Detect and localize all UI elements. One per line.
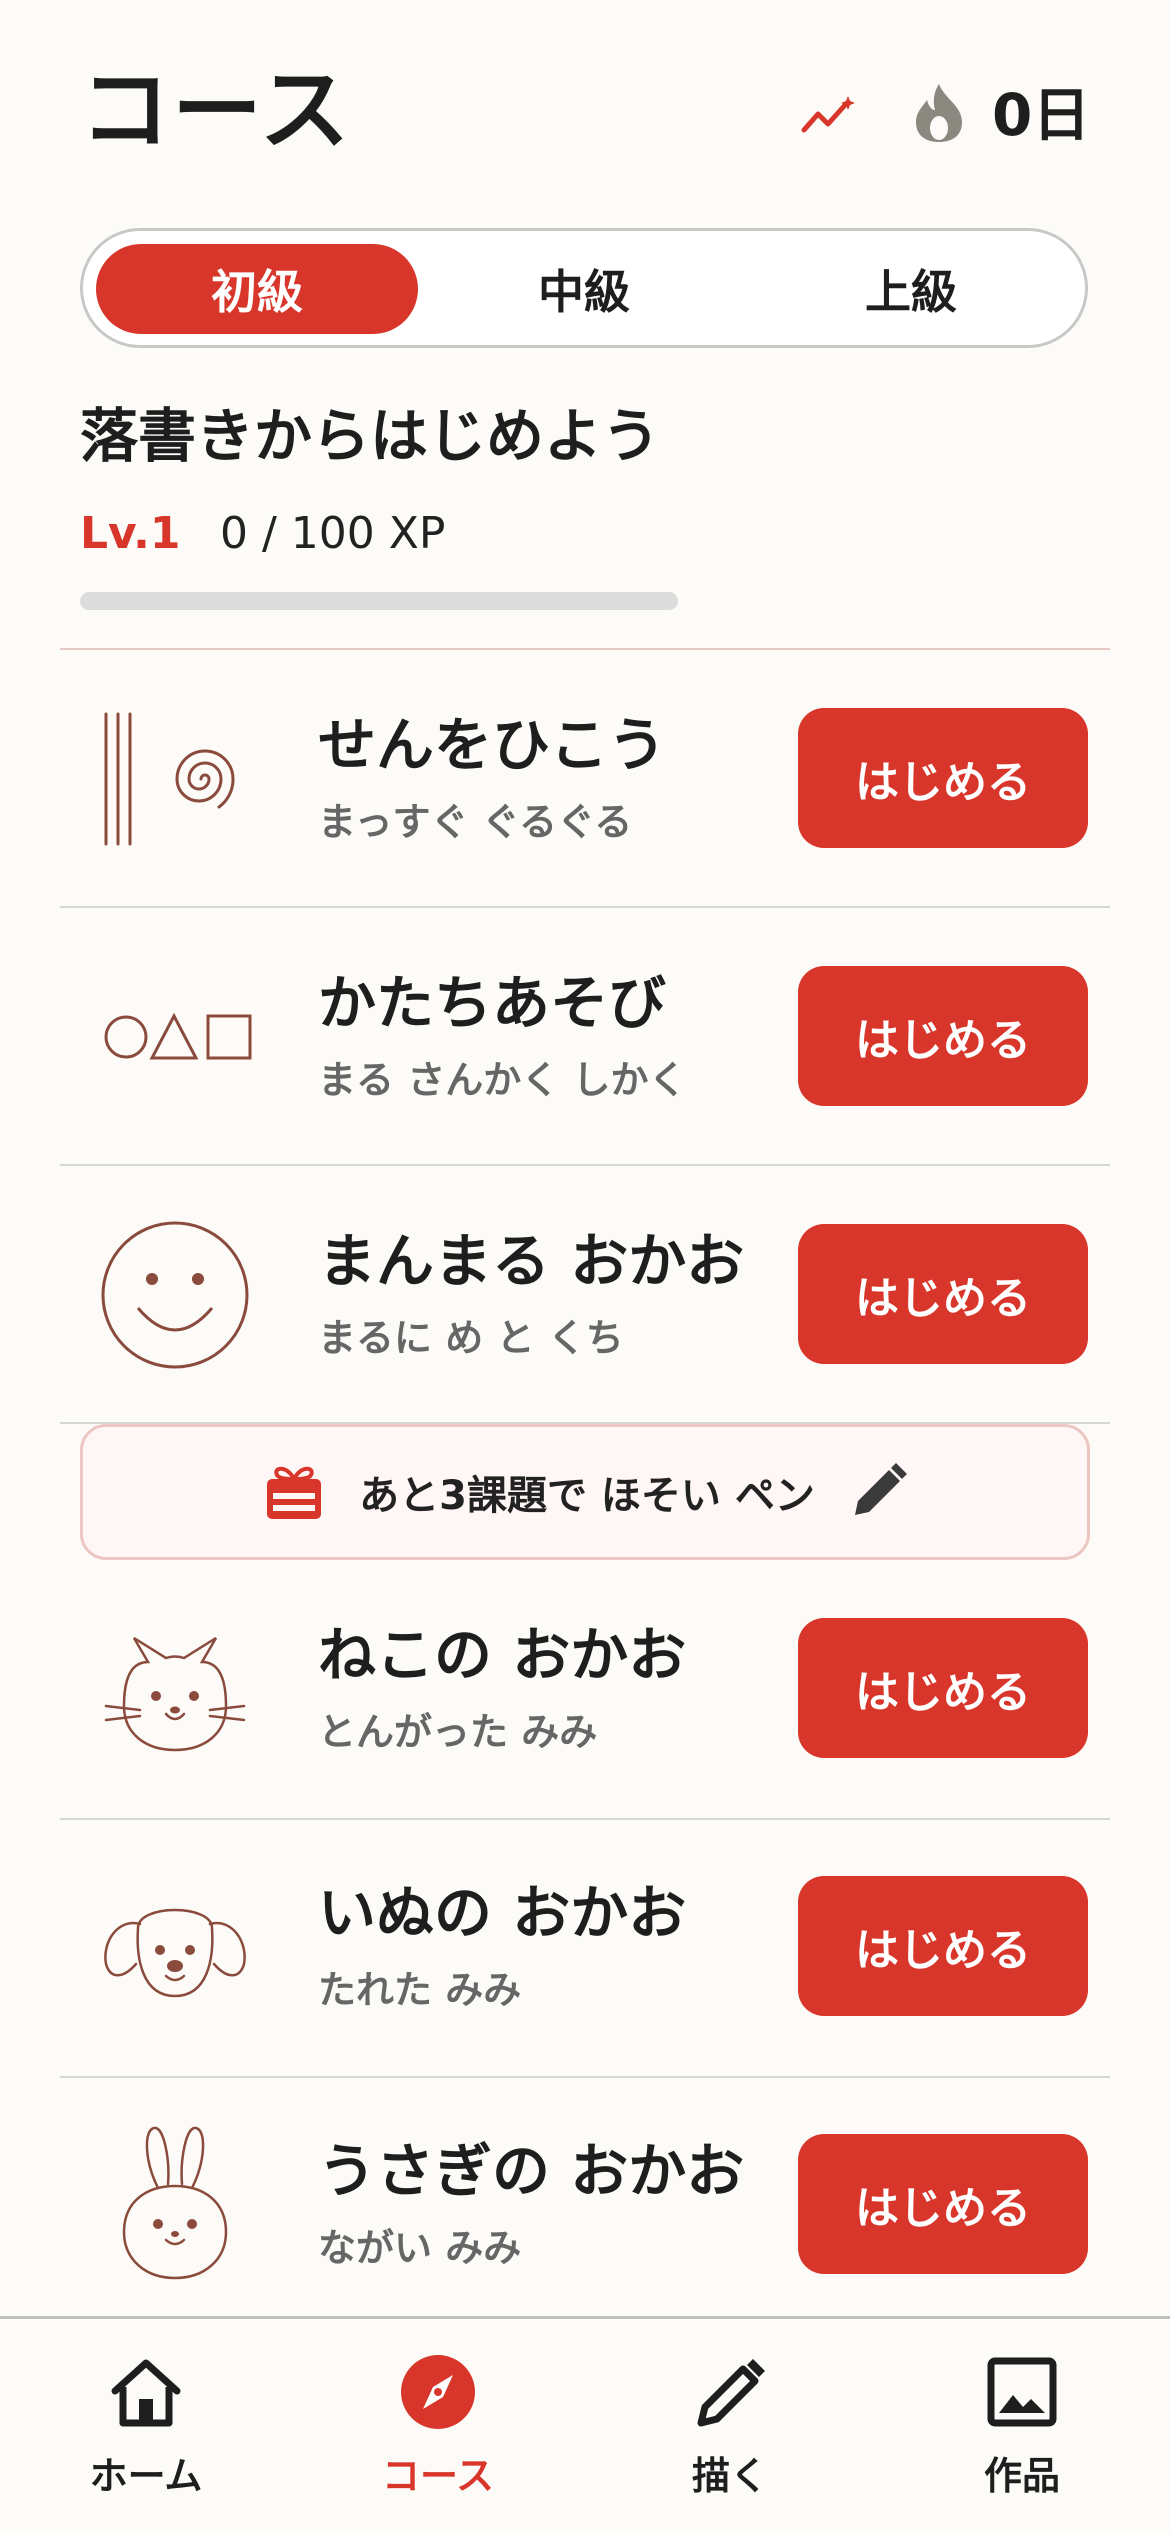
level-selector: 初級 中級 上級 — [80, 228, 1088, 348]
lesson-subtitle: まるに め と くち — [318, 1316, 624, 1360]
compass-icon — [401, 2355, 475, 2429]
image-icon — [987, 2357, 1057, 2427]
lesson-subtitle: ながい みみ — [318, 2226, 522, 2270]
tab-draw[interactable]: 描く — [620, 2353, 840, 2513]
lines-spiral-icon — [104, 712, 235, 846]
tab-label: 作品 — [983, 2454, 1060, 2498]
bottom-tab-bar: ホーム コース 描く 作品 — [0, 2316, 1170, 2532]
lesson-subtitle: まっすぐ ぐるぐる — [318, 800, 633, 844]
lesson-subtitle: とんがった みみ — [318, 1710, 598, 1754]
lesson-row: せんをひこう まっすぐ ぐるぐる はじめる — [60, 650, 1110, 908]
trend-icon[interactable] — [800, 92, 860, 138]
lesson-row: まんまる おかお まるに め と くち はじめる — [60, 1166, 1110, 1424]
reward-banner[interactable]: あと3課題で ほそい ペン — [80, 1424, 1090, 1560]
tab-label: コース — [381, 2454, 495, 2498]
lesson-row: うさぎの おかお ながい みみ はじめる — [60, 2076, 1110, 2334]
xp-text: 0 / 100 XP — [220, 508, 446, 559]
tab-beginner[interactable]: 初級 — [96, 244, 418, 334]
tab-course[interactable]: コース — [328, 2353, 548, 2513]
reward-text: あと3課題で ほそい ペン — [359, 1473, 815, 1519]
cat-face-icon — [104, 1636, 246, 1752]
level-label: Lv.1 — [80, 508, 181, 559]
lesson-title: かたちあそび — [318, 969, 667, 1037]
lesson-title: いぬの おかお — [318, 1879, 687, 1947]
shapes-icon — [104, 1012, 252, 1060]
lesson-title: まんまる おかお — [318, 1227, 745, 1295]
start-button[interactable]: はじめる — [798, 2134, 1088, 2274]
dog-face-icon — [104, 1908, 246, 1998]
start-button[interactable]: はじめる — [798, 708, 1088, 848]
start-button[interactable]: はじめる — [798, 1876, 1088, 2016]
tab-advanced[interactable]: 上級 — [750, 244, 1072, 334]
tab-label: 描く — [691, 2454, 768, 2498]
lesson-row: ねこの おかお とんがった みみ はじめる — [60, 1560, 1110, 1818]
home-icon — [111, 2359, 181, 2427]
start-button[interactable]: はじめる — [798, 966, 1088, 1106]
pencil-icon — [854, 1463, 907, 1515]
xp-progress-bar — [80, 592, 678, 610]
section-heading: 落書きからはじめよう — [80, 402, 661, 470]
tab-intermediate[interactable]: 中級 — [423, 244, 745, 334]
start-button[interactable]: はじめる — [798, 1224, 1088, 1364]
streak-count: 0日 — [992, 81, 1091, 149]
lesson-title: うさぎの おかお — [318, 2137, 745, 2205]
pencil-icon — [697, 2359, 765, 2427]
tab-label: ホーム — [89, 2454, 203, 2498]
flame-icon — [916, 84, 962, 142]
lesson-row: かたちあそび まる さんかく しかく はじめる — [60, 908, 1110, 1166]
smiley-face-icon — [101, 1221, 249, 1369]
tab-works[interactable]: 作品 — [912, 2353, 1132, 2513]
lesson-subtitle: まる さんかく しかく — [318, 1058, 687, 1102]
tab-home[interactable]: ホーム — [36, 2353, 256, 2513]
start-button[interactable]: はじめる — [798, 1618, 1088, 1758]
lesson-title: せんをひこう — [318, 711, 667, 779]
rabbit-face-icon — [122, 2126, 228, 2280]
page-title: コース — [80, 58, 352, 163]
lesson-subtitle: たれた みみ — [318, 1968, 522, 2012]
lesson-row: いぬの おかお たれた みみ はじめる — [60, 1818, 1110, 2076]
gift-icon — [267, 1466, 322, 1519]
lesson-title: ねこの おかお — [318, 1621, 687, 1689]
